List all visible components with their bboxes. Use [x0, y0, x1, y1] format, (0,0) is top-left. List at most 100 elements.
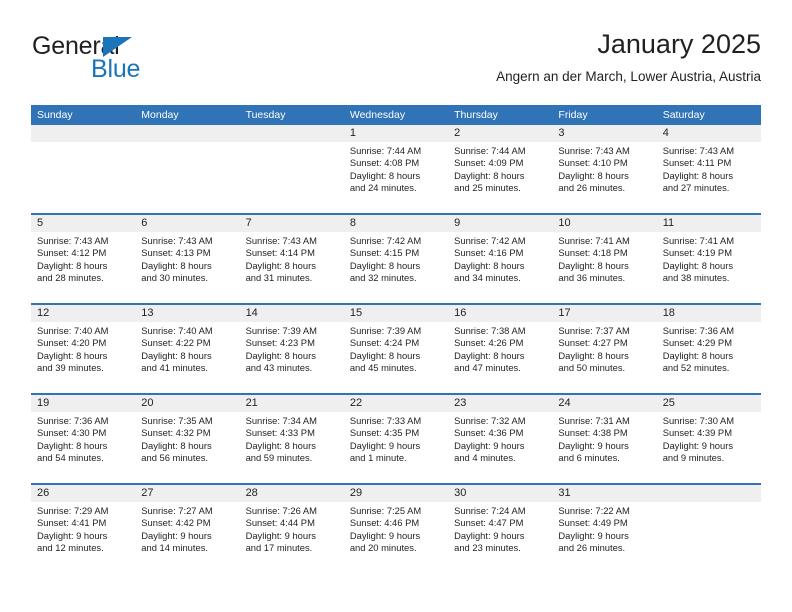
daylight-line: Daylight: 8 hours — [37, 349, 108, 361]
calendar-day-cell[interactable]: 13 Sunrise: 7:40 AM Sunset: 4:22 PM Dayligh… — [135, 305, 239, 393]
daylight-line: and 47 minutes. — [454, 362, 521, 374]
day-sun-info: Sunrise: 7:22 AM Sunset: 4:49 PM Daylight:… — [558, 505, 651, 555]
calendar-day-cell[interactable]: 28 Sunrise: 7:26 AM Sunset: 4:44 PM Dayligh… — [240, 485, 344, 573]
calendar-day-cell[interactable]: 1 Sunrise: 7:44 AM Sunset: 4:08 PM Daylight… — [344, 125, 448, 213]
calendar-day-cell[interactable]: 12 Sunrise: 7:40 AM Sunset: 4:20 PM Dayligh… — [31, 305, 135, 393]
day-sun-info: Sunrise: 7:30 AM Sunset: 4:39 PM Daylight:… — [663, 415, 756, 465]
sunrise-line: Sunrise: 7:39 AM — [245, 325, 317, 336]
daylight-line: and 30 minutes. — [141, 272, 208, 284]
sunset-line: Sunset: 4:10 PM — [558, 157, 628, 169]
sunset-line: Sunset: 4:14 PM — [245, 247, 315, 259]
calendar-day-cell[interactable]: 9 Sunrise: 7:42 AM Sunset: 4:16 PM Daylight… — [448, 215, 552, 303]
calendar-day-cell[interactable]: 20 Sunrise: 7:35 AM Sunset: 4:32 PM Dayligh… — [135, 395, 239, 483]
daylight-line: Daylight: 8 hours — [37, 259, 108, 271]
daylight-line: Daylight: 8 hours — [662, 259, 734, 271]
sunrise-line: Sunrise: 7:25 AM — [349, 505, 422, 516]
calendar-day-cell[interactable]: 8 Sunrise: 7:42 AM Sunset: 4:15 PM Daylight… — [344, 215, 448, 303]
day-sun-info: Sunrise: 7:39 AM Sunset: 4:24 PM Daylight:… — [350, 325, 443, 375]
day-number: 23 — [454, 397, 467, 409]
day-sun-info: Sunrise: 7:40 AM Sunset: 4:20 PM Daylight:… — [37, 325, 130, 375]
day-sun-info: Sunrise: 7:36 AM Sunset: 4:29 PM Daylight:… — [663, 325, 756, 375]
daylight-line: and 50 minutes. — [558, 362, 626, 374]
calendar-day-cell[interactable]: 3 Sunrise: 7:43 AM Sunset: 4:10 PM Daylight… — [552, 125, 656, 213]
sunrise-line: Sunrise: 7:41 AM — [662, 235, 735, 246]
day-sun-info: Sunrise: 7:44 AM Sunset: 4:09 PM Daylight:… — [454, 145, 547, 195]
calendar-day-cell[interactable]: 17 Sunrise: 7:37 AM Sunset: 4:27 PM Dayligh… — [552, 305, 656, 393]
calendar-empty-cell — [240, 125, 344, 213]
sunrise-line: Sunrise: 7:41 AM — [558, 235, 630, 246]
calendar-day-cell[interactable]: 24 Sunrise: 7:31 AM Sunset: 4:38 PM Dayligh… — [552, 395, 656, 483]
sunset-line: Sunset: 4:27 PM — [558, 337, 628, 349]
day-sun-info: Sunrise: 7:43 AM Sunset: 4:13 PM Daylight:… — [141, 235, 234, 285]
weekday-header-friday: Friday — [558, 109, 588, 121]
daylight-line: Daylight: 8 hours — [245, 349, 316, 361]
calendar-day-cell[interactable]: 11 Sunrise: 7:41 AM Sunset: 4:19 PM Dayligh… — [657, 215, 761, 303]
daylight-line: Daylight: 8 hours — [349, 349, 421, 361]
daylight-line: and 24 minutes. — [349, 182, 417, 194]
calendar-page: General Blue January 2025 Angern an der … — [0, 0, 792, 612]
calendar-day-cell[interactable]: 7 Sunrise: 7:43 AM Sunset: 4:14 PM Daylight… — [240, 215, 344, 303]
page-header: General Blue January 2025 Angern an der … — [31, 28, 761, 100]
calendar-day-cell[interactable]: 29 Sunrise: 7:25 AM Sunset: 4:46 PM Dayligh… — [344, 485, 448, 573]
page-subtitle: Angern an der March, Lower Austria, Aust… — [496, 69, 761, 84]
calendar-day-cell[interactable]: 21 Sunrise: 7:34 AM Sunset: 4:33 PM Dayligh… — [240, 395, 344, 483]
sunset-line: Sunset: 4:29 PM — [662, 337, 732, 349]
daylight-line: and 39 minutes. — [37, 362, 104, 374]
calendar-day-cell[interactable]: 27 Sunrise: 7:27 AM Sunset: 4:42 PM Dayligh… — [135, 485, 239, 573]
daylight-line: Daylight: 9 hours — [558, 529, 629, 541]
calendar-week-row: 5 Sunrise: 7:43 AM Sunset: 4:12 PM Daylight… — [31, 213, 761, 303]
calendar-day-cell[interactable]: 5 Sunrise: 7:43 AM Sunset: 4:12 PM Daylight… — [31, 215, 135, 303]
sunset-line: Sunset: 4:24 PM — [349, 337, 420, 349]
daylight-line: and 6 minutes. — [558, 452, 620, 464]
calendar-day-cell[interactable]: 22 Sunrise: 7:33 AM Sunset: 4:35 PM Dayligh… — [344, 395, 448, 483]
calendar-day-cell[interactable]: 23 Sunrise: 7:32 AM Sunset: 4:36 PM Dayligh… — [448, 395, 552, 483]
sunset-line: Sunset: 4:33 PM — [245, 427, 315, 439]
sunrise-line: Sunrise: 7:39 AM — [349, 325, 422, 336]
calendar-day-cell[interactable]: 18 Sunrise: 7:36 AM Sunset: 4:29 PM Dayligh… — [657, 305, 761, 393]
calendar-day-cell[interactable]: 19 Sunrise: 7:36 AM Sunset: 4:30 PM Dayligh… — [31, 395, 135, 483]
day-sun-info: Sunrise: 7:39 AM Sunset: 4:23 PM Daylight:… — [246, 325, 339, 375]
calendar-day-cell[interactable]: 26 Sunrise: 7:29 AM Sunset: 4:41 PM Dayligh… — [31, 485, 135, 573]
calendar-day-cell[interactable]: 4 Sunrise: 7:43 AM Sunset: 4:11 PM Daylight… — [657, 125, 761, 213]
sunrise-line: Sunrise: 7:27 AM — [141, 505, 213, 516]
sunset-line: Sunset: 4:16 PM — [454, 247, 524, 259]
calendar-day-cell[interactable]: 30 Sunrise: 7:24 AM Sunset: 4:47 PM Dayligh… — [448, 485, 552, 573]
day-number — [246, 125, 339, 142]
logo-triangle-icon — [103, 37, 132, 57]
weekday-header-saturday: Saturday — [662, 109, 705, 121]
daylight-line: and 28 minutes. — [37, 272, 104, 284]
calendar-week-row: 26 Sunrise: 7:29 AM Sunset: 4:41 PM Dayligh… — [31, 483, 761, 573]
calendar-day-cell[interactable]: 10 Sunrise: 7:41 AM Sunset: 4:18 PM Dayligh… — [552, 215, 656, 303]
day-sun-info: Sunrise: 7:37 AM Sunset: 4:27 PM Daylight:… — [558, 325, 651, 375]
sunset-line: Sunset: 4:26 PM — [454, 337, 524, 349]
calendar-day-cell[interactable]: 14 Sunrise: 7:39 AM Sunset: 4:23 PM Dayligh… — [240, 305, 344, 393]
calendar-day-cell[interactable]: 16 Sunrise: 7:38 AM Sunset: 4:26 PM Dayligh… — [448, 305, 552, 393]
sunrise-line: Sunrise: 7:35 AM — [141, 415, 213, 426]
sunrise-line: Sunrise: 7:40 AM — [141, 325, 213, 336]
daylight-line: Daylight: 9 hours — [662, 439, 734, 451]
daylight-line: and 54 minutes. — [37, 452, 104, 464]
calendar-day-cell[interactable]: 6 Sunrise: 7:43 AM Sunset: 4:13 PM Daylight… — [135, 215, 239, 303]
calendar-day-cell[interactable]: 31 Sunrise: 7:22 AM Sunset: 4:49 PM Dayligh… — [552, 485, 656, 573]
daylight-line: and 31 minutes. — [245, 272, 313, 284]
calendar-day-cell[interactable]: 25 Sunrise: 7:30 AM Sunset: 4:39 PM Dayligh… — [657, 395, 761, 483]
daylight-line: and 45 minutes. — [349, 362, 417, 374]
weekday-header-sunday: Sunday — [37, 109, 73, 121]
sunset-line: Sunset: 4:35 PM — [349, 427, 420, 439]
calendar-day-cell[interactable]: 2 Sunrise: 7:44 AM Sunset: 4:09 PM Daylight… — [448, 125, 552, 213]
calendar-day-cell[interactable]: 15 Sunrise: 7:39 AM Sunset: 4:24 PM Dayligh… — [344, 305, 448, 393]
sunset-line: Sunset: 4:46 PM — [349, 517, 420, 529]
sunrise-line: Sunrise: 7:43 AM — [37, 235, 109, 246]
sunset-line: Sunset: 4:18 PM — [558, 247, 628, 259]
day-number: 18 — [662, 307, 675, 319]
day-sun-info: Sunrise: 7:44 AM Sunset: 4:08 PM Daylight:… — [350, 145, 443, 195]
sunset-line: Sunset: 4:22 PM — [141, 337, 211, 349]
sunrise-line: Sunrise: 7:42 AM — [349, 235, 422, 246]
sunrise-line: Sunrise: 7:43 AM — [245, 235, 317, 246]
day-number — [663, 485, 756, 502]
day-number: 5 — [37, 217, 44, 229]
daylight-line: and 26 minutes. — [558, 182, 626, 194]
daylight-line: Daylight: 9 hours — [245, 529, 316, 541]
sunset-line: Sunset: 4:23 PM — [245, 337, 315, 349]
day-sun-info: Sunrise: 7:26 AM Sunset: 4:44 PM Daylight:… — [246, 505, 339, 555]
